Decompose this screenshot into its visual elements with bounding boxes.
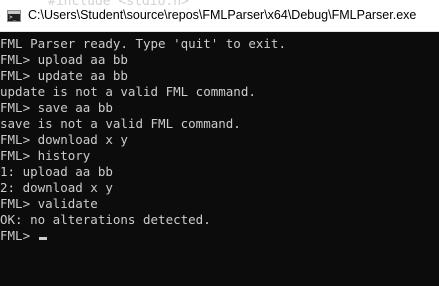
console-line: FML> download x y [0,132,128,147]
console-line: save is not a valid FML command. [0,116,241,131]
console-line: update is not a valid FML command. [0,84,256,99]
console-line: FML> update aa bb [0,68,128,83]
console-input-line[interactable]: FML> [0,228,286,244]
console-line: FML> upload aa bb [0,52,128,67]
console-prompt: FML> [0,228,38,243]
console-line: FML> save aa bb [0,100,113,115]
console-app-icon-prompt: >_ [9,14,17,21]
console-line: 2: download x y [0,180,113,195]
console-line: FML Parser ready. Type 'quit' to exit. [0,36,286,51]
title-bar[interactable]: #include <stdio.h> >_ C:\Users\Student\s… [0,0,439,32]
console-line: FML> history [0,148,91,163]
text-cursor [38,237,47,240]
console-app-icon: >_ [7,10,21,22]
console-lines: FML Parser ready. Type 'quit' to exit. F… [0,36,286,244]
console-line: FML> validate [0,196,98,211]
window-title: C:\Users\Student\source\repos\FMLParser\… [28,8,417,22]
console-output-area[interactable]: FML Parser ready. Type 'quit' to exit. F… [0,32,439,286]
console-line: OK: no alterations detected. [0,212,211,227]
console-line: 1: upload aa bb [0,164,113,179]
console-window: #include <stdio.h> >_ C:\Users\Student\s… [0,0,439,286]
